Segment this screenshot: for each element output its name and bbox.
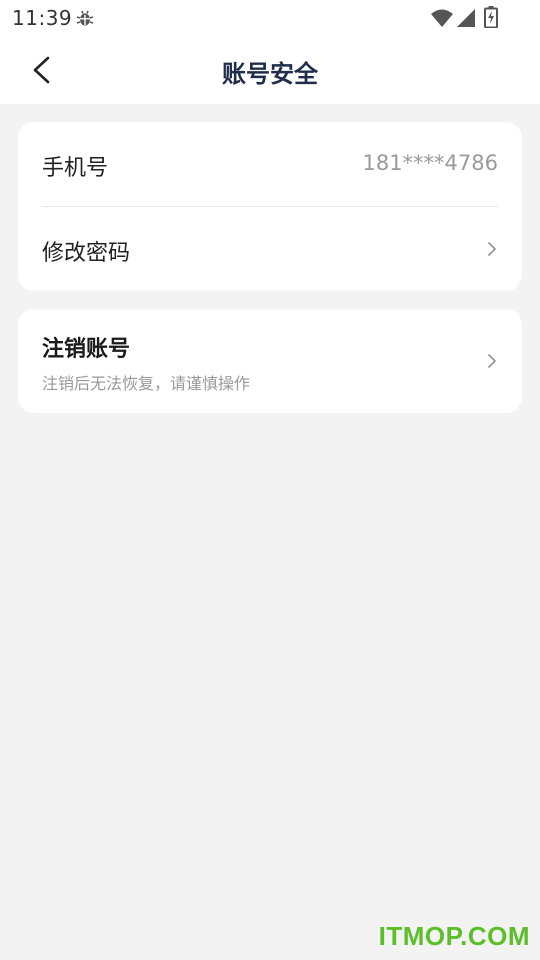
- page-title: 账号安全: [222, 60, 318, 88]
- account-card: 手机号 181****4786 修改密码: [18, 122, 522, 291]
- nav-bar: 账号安全: [0, 36, 540, 104]
- phone-row: 手机号 181****4786: [42, 122, 498, 206]
- deactivate-account-row[interactable]: 注销账号 注销后无法恢复，请谨慎操作: [42, 309, 498, 413]
- chevron-right-icon: [488, 242, 496, 256]
- deactivate-account-title: 注销账号: [42, 337, 131, 362]
- watermark-logo: ITMOP.COM: [378, 921, 530, 951]
- change-password-label: 修改密码: [42, 241, 131, 266]
- bug-icon: [76, 10, 94, 26]
- battery-charging-icon: [484, 6, 498, 28]
- deactivate-card: 注销账号 注销后无法恢复，请谨慎操作: [18, 309, 522, 413]
- deactivate-account-subtitle: 注销后无法恢复，请谨慎操作: [42, 374, 251, 393]
- wifi-icon: [431, 9, 453, 27]
- phone-value: 181****4786: [362, 151, 498, 175]
- phone-label: 手机号: [42, 156, 109, 181]
- status-bar: 11:39: [0, 0, 540, 36]
- signal-icon: [457, 9, 475, 27]
- change-password-row[interactable]: 修改密码: [42, 207, 498, 291]
- status-time: 11:39: [12, 6, 73, 30]
- chevron-right-icon: [488, 354, 496, 368]
